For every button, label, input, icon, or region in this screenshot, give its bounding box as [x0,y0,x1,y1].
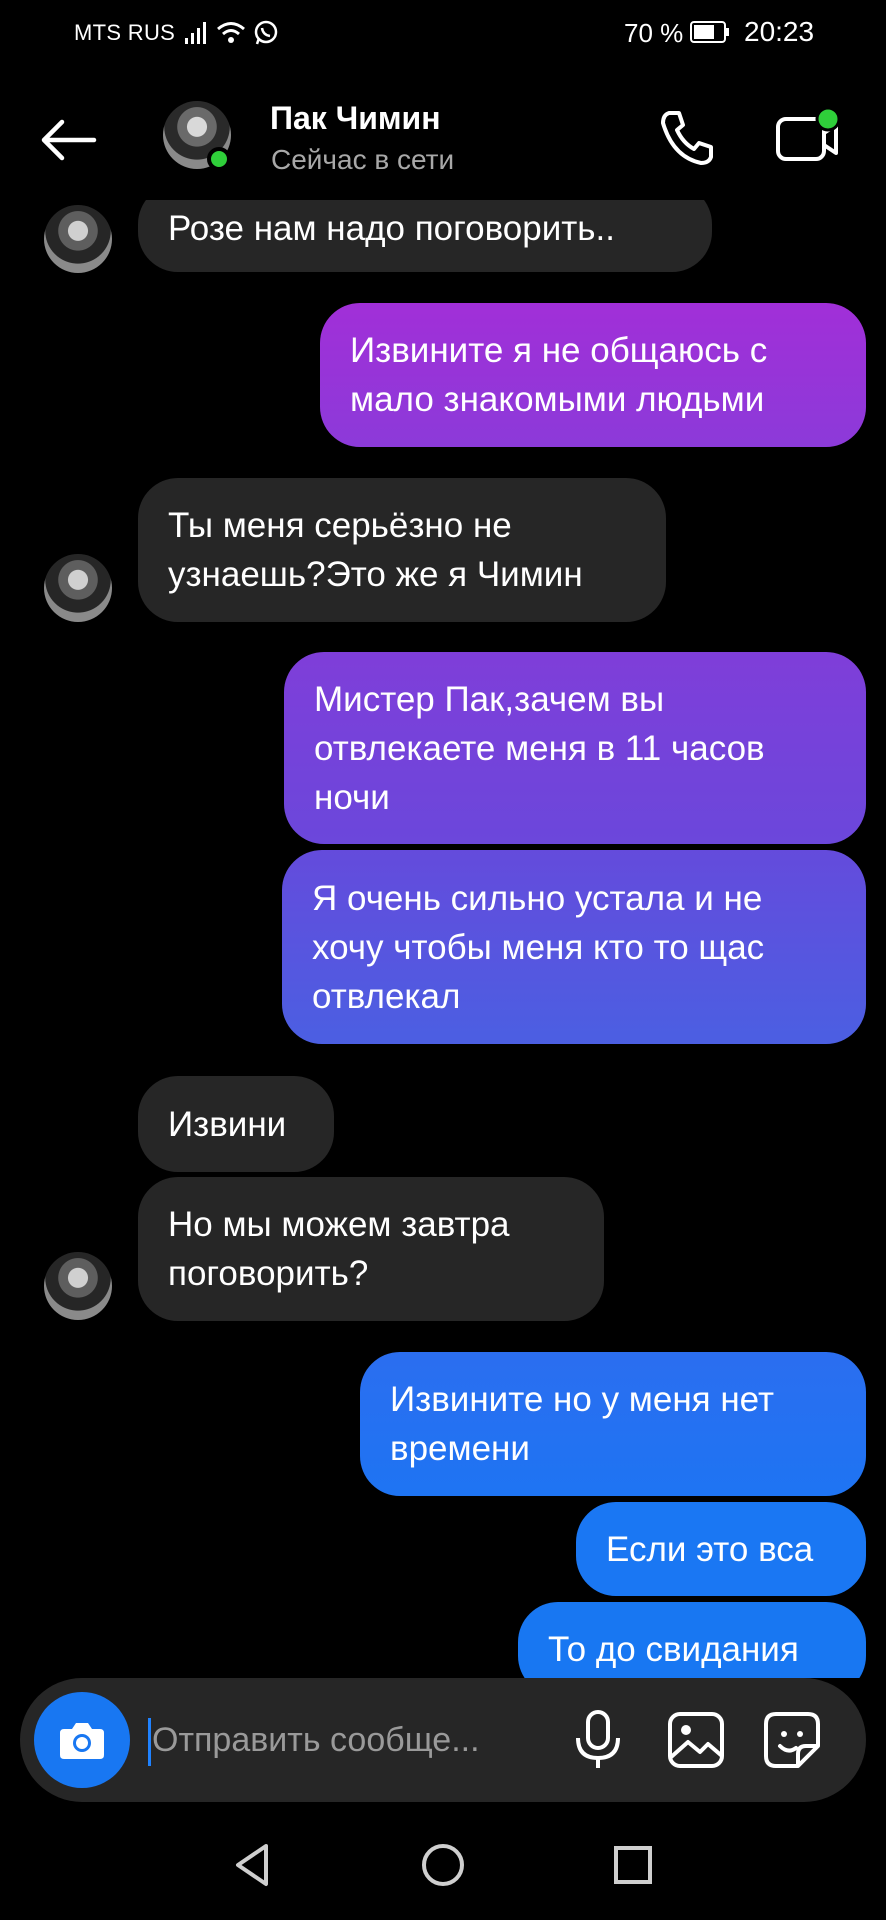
message-thread[interactable]: Розе нам надо поговорить.. Извините я не… [0,200,886,1678]
battery-percent: 70 % [624,18,684,48]
sender-avatar[interactable] [44,554,112,622]
whatsapp-icon [254,20,278,45]
camera-button[interactable] [34,1692,130,1788]
nav-back-icon[interactable] [228,1840,278,1890]
message-text: Ты меня серьёзно не узнаешь?Это же я Чим… [168,506,583,594]
microphone-icon[interactable] [568,1708,628,1772]
clock: 20:23 [744,16,815,47]
message-text: Но мы можем завтра поговорить? [168,1205,510,1293]
message-text: Розе нам надо поговорить.. [168,208,615,248]
camera-icon [60,1723,104,1759]
nav-recent-icon[interactable] [608,1840,658,1890]
message-text: Мистер Пак,зачем вы отвлекаете меня в 11… [314,679,765,817]
system-nav-bar [0,1810,886,1920]
gallery-icon[interactable] [664,1708,728,1772]
video-camera-icon[interactable] [772,105,842,169]
contact-status: Сейчас в сети [271,144,455,175]
message-outgoing[interactable]: Если это вса [576,1502,866,1596]
message-input[interactable] [152,1714,542,1766]
phone-icon[interactable] [655,105,719,169]
sender-avatar[interactable] [44,1252,112,1320]
message-outgoing[interactable]: Извините но у меня нет времени [360,1352,866,1496]
back-arrow-icon[interactable] [38,110,98,170]
status-bar: MTS RUS 70 % 20:23 [0,0,886,68]
message-incoming[interactable]: Но мы можем завтра поговорить? [138,1177,604,1321]
message-text: Извините но у меня нет времени [390,1380,774,1468]
message-outgoing[interactable]: Мистер Пак,зачем вы отвлекаете меня в 11… [284,652,866,844]
message-text: То до свидания [548,1629,799,1669]
online-indicator [207,147,231,171]
message-text: Если это вса [606,1529,814,1569]
message-outgoing[interactable]: То до свидания [518,1602,866,1678]
sender-avatar[interactable] [44,205,112,273]
message-text: Я очень сильно устала и не хочу чтобы ме… [312,878,765,1016]
text-caret [148,1718,151,1766]
message-outgoing[interactable]: Извините я не общаюсь с мало знакомыми л… [320,303,866,447]
signal-icon [185,22,206,44]
status-icons [184,18,280,48]
wifi-icon [217,22,245,43]
contact-name[interactable]: Пак Чимин [270,100,441,137]
nav-home-icon[interactable] [418,1840,468,1890]
chat-header: Пак Чимин Сейчас в сети [0,80,886,200]
battery-icon [690,21,729,43]
message-incoming[interactable]: Ты меня серьёзно не узнаешь?Это же я Чим… [138,478,666,622]
sticker-icon[interactable] [760,1708,824,1772]
message-text: Извини [168,1104,287,1144]
message-text: Извините я не общаюсь с мало знакомыми л… [350,331,768,419]
carrier-label: MTS RUS [74,20,176,45]
message-composer [20,1678,866,1802]
message-incoming[interactable]: Извини [138,1076,334,1172]
message-incoming[interactable]: Розе нам надо поговорить.. [138,200,712,272]
message-outgoing[interactable]: Я очень сильно устала и не хочу чтобы ме… [282,850,866,1044]
